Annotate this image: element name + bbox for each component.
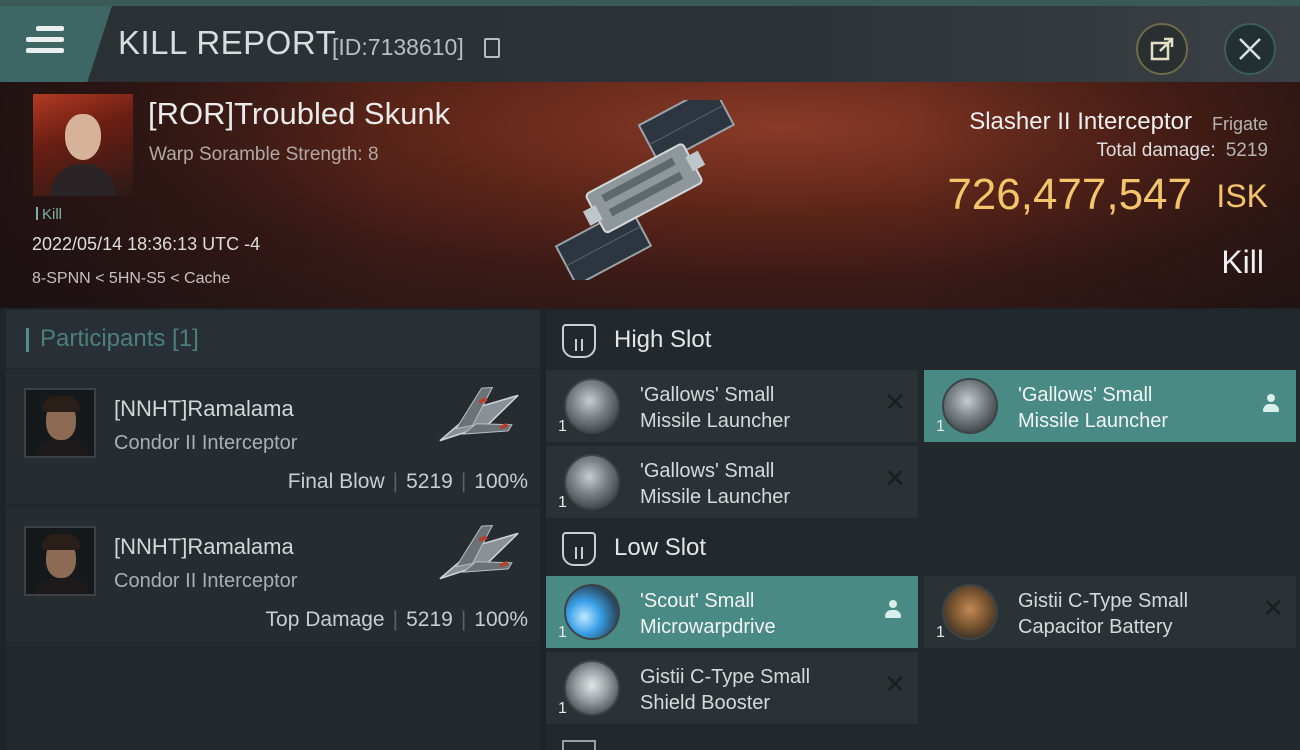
page-title: KILL REPORT xyxy=(118,24,337,61)
kill-location[interactable]: 8-SPNN < 5HN-S5 < Cache xyxy=(32,270,230,288)
participant-name[interactable]: [NNHT]Ramalama xyxy=(114,396,294,422)
dropped-pilot-icon xyxy=(1262,394,1280,414)
isk-unit: ISK xyxy=(1216,178,1268,214)
missile-launcher-icon xyxy=(564,454,620,510)
participants-header: Participants [1] xyxy=(6,310,540,368)
kill-tag: Kill xyxy=(36,206,62,223)
module-quantity: 1 xyxy=(936,418,945,435)
low-slot-icon xyxy=(562,532,596,566)
close-icon xyxy=(1239,38,1261,60)
total-damage-value: 5219 xyxy=(1225,140,1268,161)
high-slot-title: High Slot xyxy=(614,326,712,353)
victim-name[interactable]: [ROR]Troubled Skunk xyxy=(148,96,450,132)
fitting-panel: High Slot 1 'Gallows' Small Missile Laun… xyxy=(546,310,1300,750)
victim-ship-image[interactable] xyxy=(520,100,770,280)
module-item[interactable]: 1 'Scout' Small Microwarpdrive xyxy=(546,576,918,648)
module-item[interactable]: 1 Gistii C-Type Small Capacitor Battery … xyxy=(924,576,1296,648)
victim-ship-class: Frigate xyxy=(1211,114,1268,134)
module-quantity: 1 xyxy=(558,494,567,511)
copy-icon[interactable] xyxy=(484,38,500,58)
total-damage: Total damage: 5219 xyxy=(1096,140,1268,162)
kill-report-window: KILL REPORT [ID:7138610] [ROR]Troubled S… xyxy=(0,0,1300,750)
participant-role: Top Damage xyxy=(265,608,385,631)
module-name: 'Gallows' Small Missile Launcher xyxy=(640,384,791,432)
participant-ship-image[interactable] xyxy=(424,516,534,596)
microwarpdrive-icon xyxy=(564,584,620,640)
participant-ship-image[interactable] xyxy=(424,378,534,458)
module-name: 'Gallows' Small Missile Launcher xyxy=(1018,384,1169,432)
dropped-pilot-icon xyxy=(884,600,902,620)
participant-damage: 5219 xyxy=(406,608,453,631)
participant-percent: 100% xyxy=(474,470,528,493)
warp-scramble-strength: Warp Soramble Strength: 8 xyxy=(149,144,379,165)
victim-portrait[interactable] xyxy=(33,94,133,196)
participant-row[interactable]: [NNHT]Ramalama Condor II Interceptor Fin… xyxy=(6,370,540,504)
close-button[interactable] xyxy=(1224,23,1276,75)
report-id: [ID:7138610] xyxy=(332,34,464,60)
destroyed-icon: ✕ xyxy=(1262,594,1284,624)
participant-ship: Condor II Interceptor xyxy=(114,570,298,592)
participant-damage: 5219 xyxy=(406,470,453,493)
shield-booster-icon xyxy=(564,660,620,716)
header-bar: KILL REPORT [ID:7138610] xyxy=(0,6,1300,82)
module-quantity: 1 xyxy=(936,624,945,641)
module-quantity: 1 xyxy=(558,624,567,641)
destroyed-icon: ✕ xyxy=(884,388,906,418)
total-damage-label: Total damage: xyxy=(1096,140,1216,161)
participant-name[interactable]: [NNHT]Ramalama xyxy=(114,534,294,560)
participant-avatar[interactable] xyxy=(24,388,96,458)
participant-role: Final Blow xyxy=(287,470,385,493)
next-slot-header-icon xyxy=(562,740,596,750)
module-item[interactable]: 1 'Gallows' Small Missile Launcher ✕ xyxy=(546,370,918,442)
participant-stats: Top Damage | 5219 | 100% xyxy=(265,608,528,631)
module-item[interactable]: 1 'Gallows' Small Missile Launcher ✕ xyxy=(546,446,918,518)
participants-panel: Participants [1] [NNHT]Ramalama Condor I… xyxy=(6,310,540,750)
result-label: Kill xyxy=(1221,244,1264,280)
capacitor-battery-icon xyxy=(942,584,998,640)
module-name: Gistii C-Type Small Capacitor Battery xyxy=(1018,590,1189,638)
destroyed-icon: ✕ xyxy=(884,670,906,700)
victim-banner: [ROR]Troubled Skunk Warp Soramble Streng… xyxy=(0,82,1300,308)
menu-button[interactable] xyxy=(0,6,112,82)
share-icon xyxy=(1150,37,1174,61)
low-slot-header: Low Slot xyxy=(546,520,1300,578)
share-button[interactable] xyxy=(1136,23,1188,75)
missile-launcher-icon xyxy=(942,378,998,434)
participant-row[interactable]: [NNHT]Ramalama Condor II Interceptor Top… xyxy=(6,508,540,642)
victim-ship-name[interactable]: Slasher II Interceptor xyxy=(969,108,1192,136)
high-slot-header: High Slot xyxy=(546,312,1300,370)
high-slot-icon xyxy=(562,324,596,358)
isk-value: 726,477,547 xyxy=(947,170,1192,219)
missile-launcher-icon xyxy=(564,378,620,434)
destroyed-icon: ✕ xyxy=(884,464,906,494)
module-item[interactable]: 1 'Gallows' Small Missile Launcher xyxy=(924,370,1296,442)
participant-stats: Final Blow | 5219 | 100% xyxy=(287,470,528,493)
participant-percent: 100% xyxy=(474,608,528,631)
kill-timestamp: 2022/05/14 18:36:13 UTC -4 xyxy=(32,234,261,254)
module-name: 'Scout' Small Microwarpdrive xyxy=(640,590,776,638)
module-name: 'Gallows' Small Missile Launcher xyxy=(640,460,791,508)
hamburger-icon xyxy=(26,26,64,56)
participant-ship: Condor II Interceptor xyxy=(114,432,298,454)
module-quantity: 1 xyxy=(558,418,567,435)
section-marker xyxy=(26,328,29,352)
module-quantity: 1 xyxy=(558,700,567,717)
module-name: Gistii C-Type Small Shield Booster xyxy=(640,666,811,714)
participants-title: Participants [1] xyxy=(40,325,199,352)
module-item[interactable]: 1 Gistii C-Type Small Shield Booster ✕ xyxy=(546,652,918,724)
low-slot-title: Low Slot xyxy=(614,534,707,561)
participant-avatar[interactable] xyxy=(24,526,96,596)
